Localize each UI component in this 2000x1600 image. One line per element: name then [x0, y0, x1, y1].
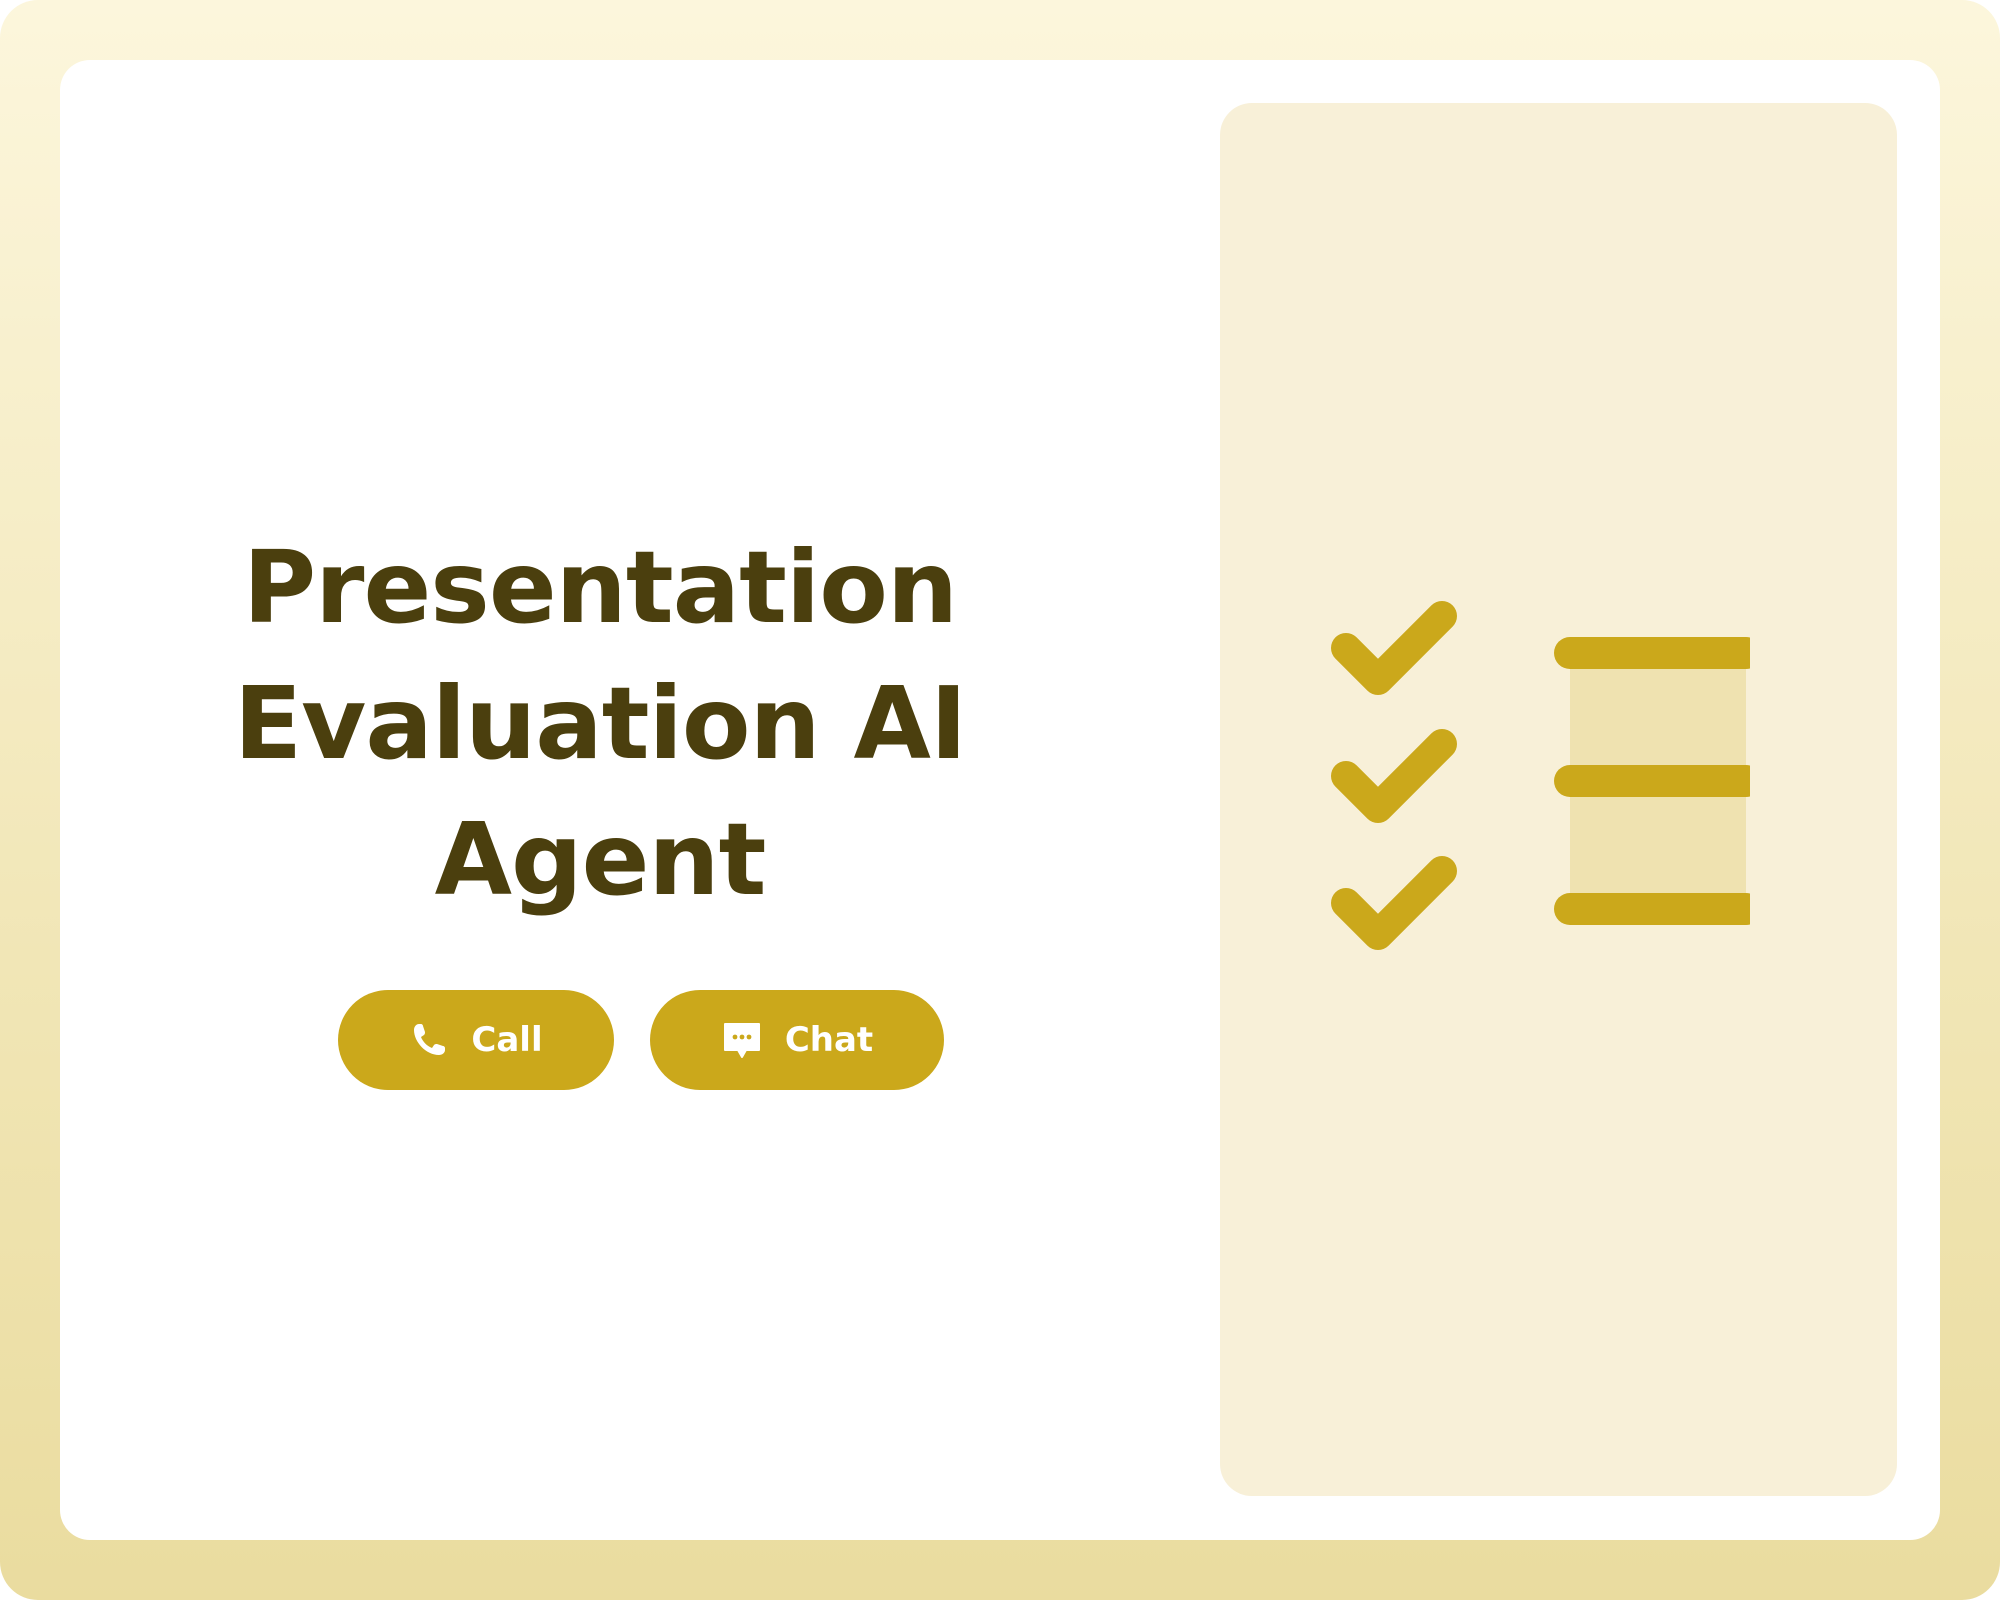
main-card: Presentation Evaluation AI Agent Call Ch…: [60, 60, 1940, 1540]
chat-button[interactable]: Chat: [650, 990, 944, 1090]
chat-bubble-icon: [721, 1020, 763, 1060]
call-button-label: Call: [471, 1020, 543, 1060]
page-title: Presentation Evaluation AI Agent: [233, 529, 967, 918]
action-buttons: Call Chat: [338, 990, 944, 1090]
phone-icon: [409, 1020, 449, 1060]
call-button[interactable]: Call: [338, 990, 614, 1090]
illustration-panel: [1220, 103, 1897, 1496]
chat-button-label: Chat: [784, 1020, 874, 1060]
hero-section: Presentation Evaluation AI Agent Call Ch…: [60, 60, 1220, 1540]
outer-frame: Presentation Evaluation AI Agent Call Ch…: [0, 0, 2000, 1600]
checklist-icon: [1330, 583, 1762, 967]
